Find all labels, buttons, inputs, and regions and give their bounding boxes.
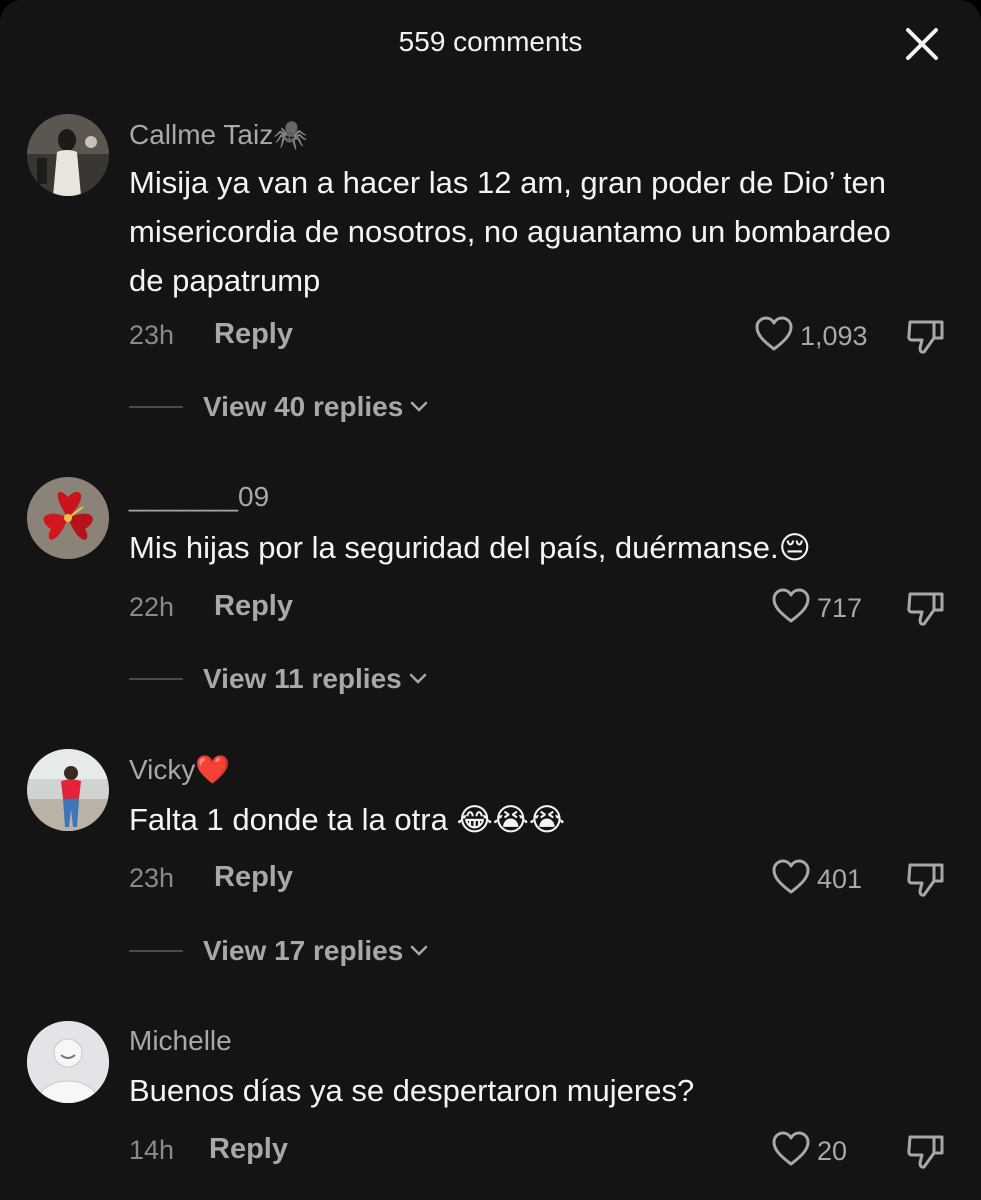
comment-timestamp: 23h [129,320,175,350]
user-avatar[interactable] [27,749,109,831]
dislike-icon[interactable] [904,586,948,630]
view-replies-button[interactable]: View 17 replies [129,935,429,967]
reply-button[interactable]: Reply [209,1133,288,1166]
like-button[interactable]: 401 [771,858,862,901]
comments-sheet: 559 comments Callme Taiz🕷️ Misija ya van… [0,0,981,1200]
like-button[interactable]: 717 [771,587,862,630]
like-button[interactable]: 20 [771,1130,847,1173]
chevron-down-icon [409,673,426,684]
dislike-icon[interactable] [904,1129,948,1173]
view-replies-label: View 17 replies [203,935,404,966]
dislike-icon[interactable] [904,314,948,358]
comment-text: Buenos días ya se despertaron mujeres? [129,1073,695,1108]
reply-button[interactable]: Reply [214,861,293,894]
view-replies-button[interactable]: View 40 replies [129,391,429,423]
comments-count-title: 559 comments [398,26,583,57]
user-avatar[interactable] [27,114,109,196]
comments-header: 559 comments [0,0,981,86]
like-button[interactable]: 1,093 [754,315,868,358]
heart-icon [771,1130,811,1173]
comment-username[interactable]: Callme Taiz🕷️ [129,118,308,151]
dislike-icon[interactable] [904,857,948,901]
view-replies-label: View 40 replies [203,391,404,422]
replies-divider [129,406,183,408]
comment-text: Falta 1 donde ta la otra 😂😭😭 [129,802,566,837]
heart-icon [754,315,794,358]
view-replies-button[interactable]: View 11 replies [129,663,428,695]
comment-timestamp: 23h [129,863,175,893]
view-replies-label: View 11 replies [203,663,402,694]
like-count: 717 [817,593,863,623]
comment-username[interactable]: _______09 [129,481,269,513]
replies-divider [129,950,183,952]
comment-timestamp: 22h [129,592,175,622]
heart-icon [771,587,811,630]
like-count: 20 [817,1136,848,1166]
chevron-down-icon [411,945,428,956]
comment-username[interactable]: Michelle [129,1025,232,1057]
reply-button[interactable]: Reply [214,318,293,351]
heart-icon [771,858,811,901]
chevron-down-icon [411,401,428,412]
user-avatar[interactable] [27,477,109,559]
comment-username[interactable]: Vicky❤️ [129,753,230,786]
like-count: 401 [817,864,863,894]
default-avatar-icon[interactable] [27,1021,109,1103]
replies-divider [129,678,183,680]
like-count: 1,093 [800,321,868,351]
comment-text: Misija ya van a hacer las 12 am, gran po… [129,165,891,298]
reply-button[interactable]: Reply [214,590,293,623]
comment-timestamp: 14h [129,1135,175,1165]
comment-text: Mis hijas por la seguridad del país, dué… [129,530,811,565]
close-icon[interactable] [900,22,944,66]
